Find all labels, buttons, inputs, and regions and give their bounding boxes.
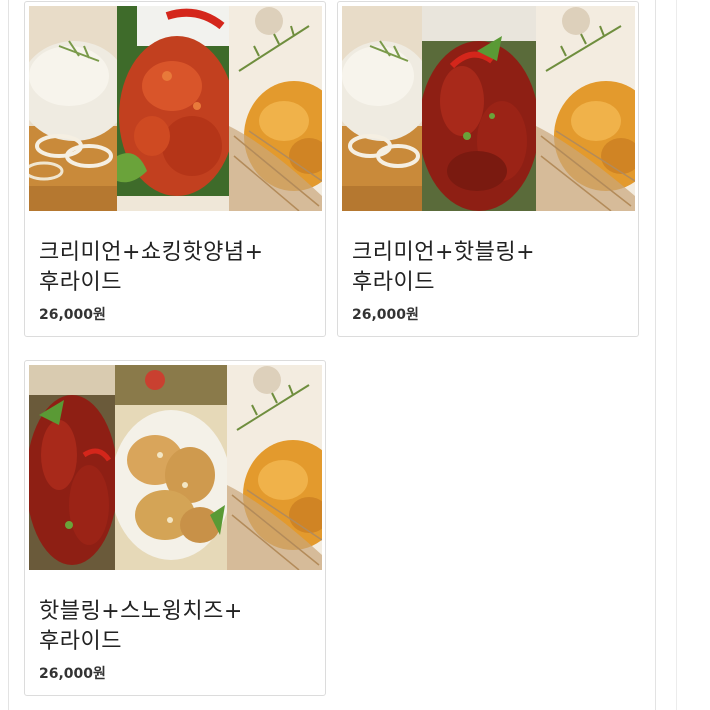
- menu-item-name-line1: 크리미언+쇼킹핫양념+: [39, 240, 264, 265]
- menu-item-price: 26,000원: [39, 307, 106, 323]
- menu-card-2[interactable]: 크리미언+핫블링+ 후라이드 26,000원: [337, 1, 639, 337]
- menu-item-name-line2: 후라이드: [352, 270, 435, 295]
- frame-divider-right: [655, 0, 656, 710]
- creamy-onion-panel: [29, 6, 117, 211]
- hot-sauce-chicken-panel: [117, 6, 229, 211]
- menu-item-name-line1: 크리미언+핫블링+: [352, 240, 536, 265]
- menu-item-price: 26,000원: [352, 307, 419, 323]
- snowing-cheese-chicken-panel: [115, 365, 227, 570]
- menu-card-1[interactable]: 크리미언+쇼킹핫양념+ 후라이드 26,000원: [24, 1, 326, 337]
- menu-item-name-line2: 후라이드: [39, 270, 122, 295]
- fried-chicken-panel: [229, 6, 322, 211]
- fried-chicken-panel: [536, 6, 635, 211]
- menu-item-photo[interactable]: [342, 6, 635, 211]
- menu-item-photo[interactable]: [29, 365, 322, 570]
- menu-item-name-line1: 핫블링+스노윙치즈+: [39, 599, 243, 624]
- hot-bling-chicken-panel: [29, 365, 115, 570]
- menu-item-photo[interactable]: [29, 6, 322, 211]
- creamy-onion-panel: [342, 6, 422, 211]
- menu-card-3[interactable]: 핫블링+스노윙치즈+ 후라이드 26,000원: [24, 360, 326, 696]
- menu-item-name[interactable]: 핫블링+스노윙치즈+ 후라이드: [39, 597, 309, 657]
- menu-item-price: 26,000원: [39, 666, 106, 682]
- menu-item-name-line2: 후라이드: [39, 629, 122, 654]
- fried-chicken-panel: [227, 365, 322, 570]
- menu-item-name[interactable]: 크리미언+쇼킹핫양념+ 후라이드: [39, 238, 309, 298]
- hot-bling-chicken-panel: [422, 6, 536, 211]
- frame-divider-outer: [676, 0, 677, 710]
- menu-item-name[interactable]: 크리미언+핫블링+ 후라이드: [352, 238, 622, 298]
- menu-grid-page: 크리미언+쇼킹핫양념+ 후라이드 26,000원 크리미언+핫블링+ 후라이드 …: [0, 0, 710, 710]
- frame-divider-left: [8, 0, 9, 710]
